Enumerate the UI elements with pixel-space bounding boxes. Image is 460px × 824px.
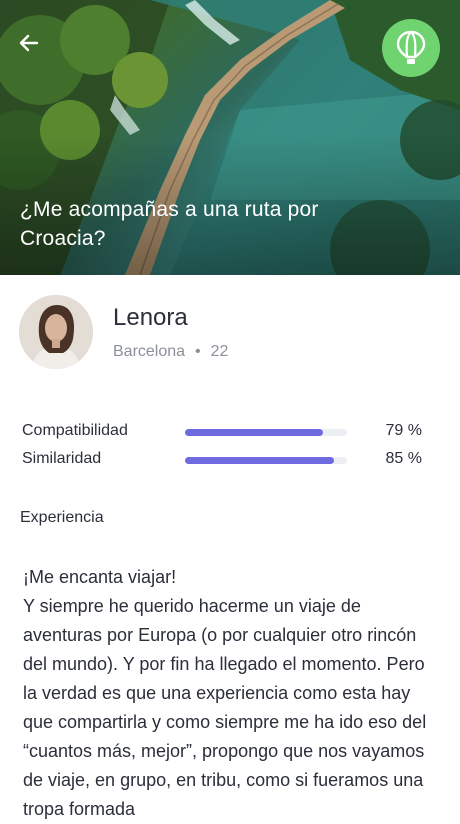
stat-label: Compatibilidad [22,422,128,439]
arrow-left-icon [19,34,39,52]
balloon-button[interactable] [382,19,440,77]
meta-separator: • [195,343,201,360]
stat-bar-track [185,457,347,464]
stat-bar-fill [185,457,335,464]
stat-value: 85 % [385,450,422,467]
match-stats: Compatibilidad 79 % Similaridad 85 % [0,385,460,467]
experience-text: ¡Me encanta viajar! Y siempre he querido… [23,567,427,819]
hot-air-balloon-icon [396,30,426,64]
user-meta: Barcelona • 22 [113,343,228,361]
stat-row-similarity: Similaridad 85 % [22,448,422,470]
user-age: 22 [210,343,229,360]
avatar[interactable] [19,295,93,369]
user-city: Barcelona [113,343,186,360]
hero-banner: ¿Me acompañas a una ruta por Croacia? [0,0,460,275]
trip-title: ¿Me acompañas a una ruta por Croacia? [20,198,319,250]
stat-bar-fill [185,429,323,436]
avatar-photo [19,295,93,369]
experience-heading: Experiencia [20,509,104,526]
user-name: Lenora [113,304,188,331]
stat-row-compatibility: Compatibilidad 79 % [22,420,422,442]
stat-value: 79 % [385,422,422,439]
back-button[interactable] [12,26,46,60]
stat-label: Similaridad [22,450,102,467]
profile-header: Lenora Barcelona • 22 [0,275,460,385]
stat-bar-track [185,429,347,436]
